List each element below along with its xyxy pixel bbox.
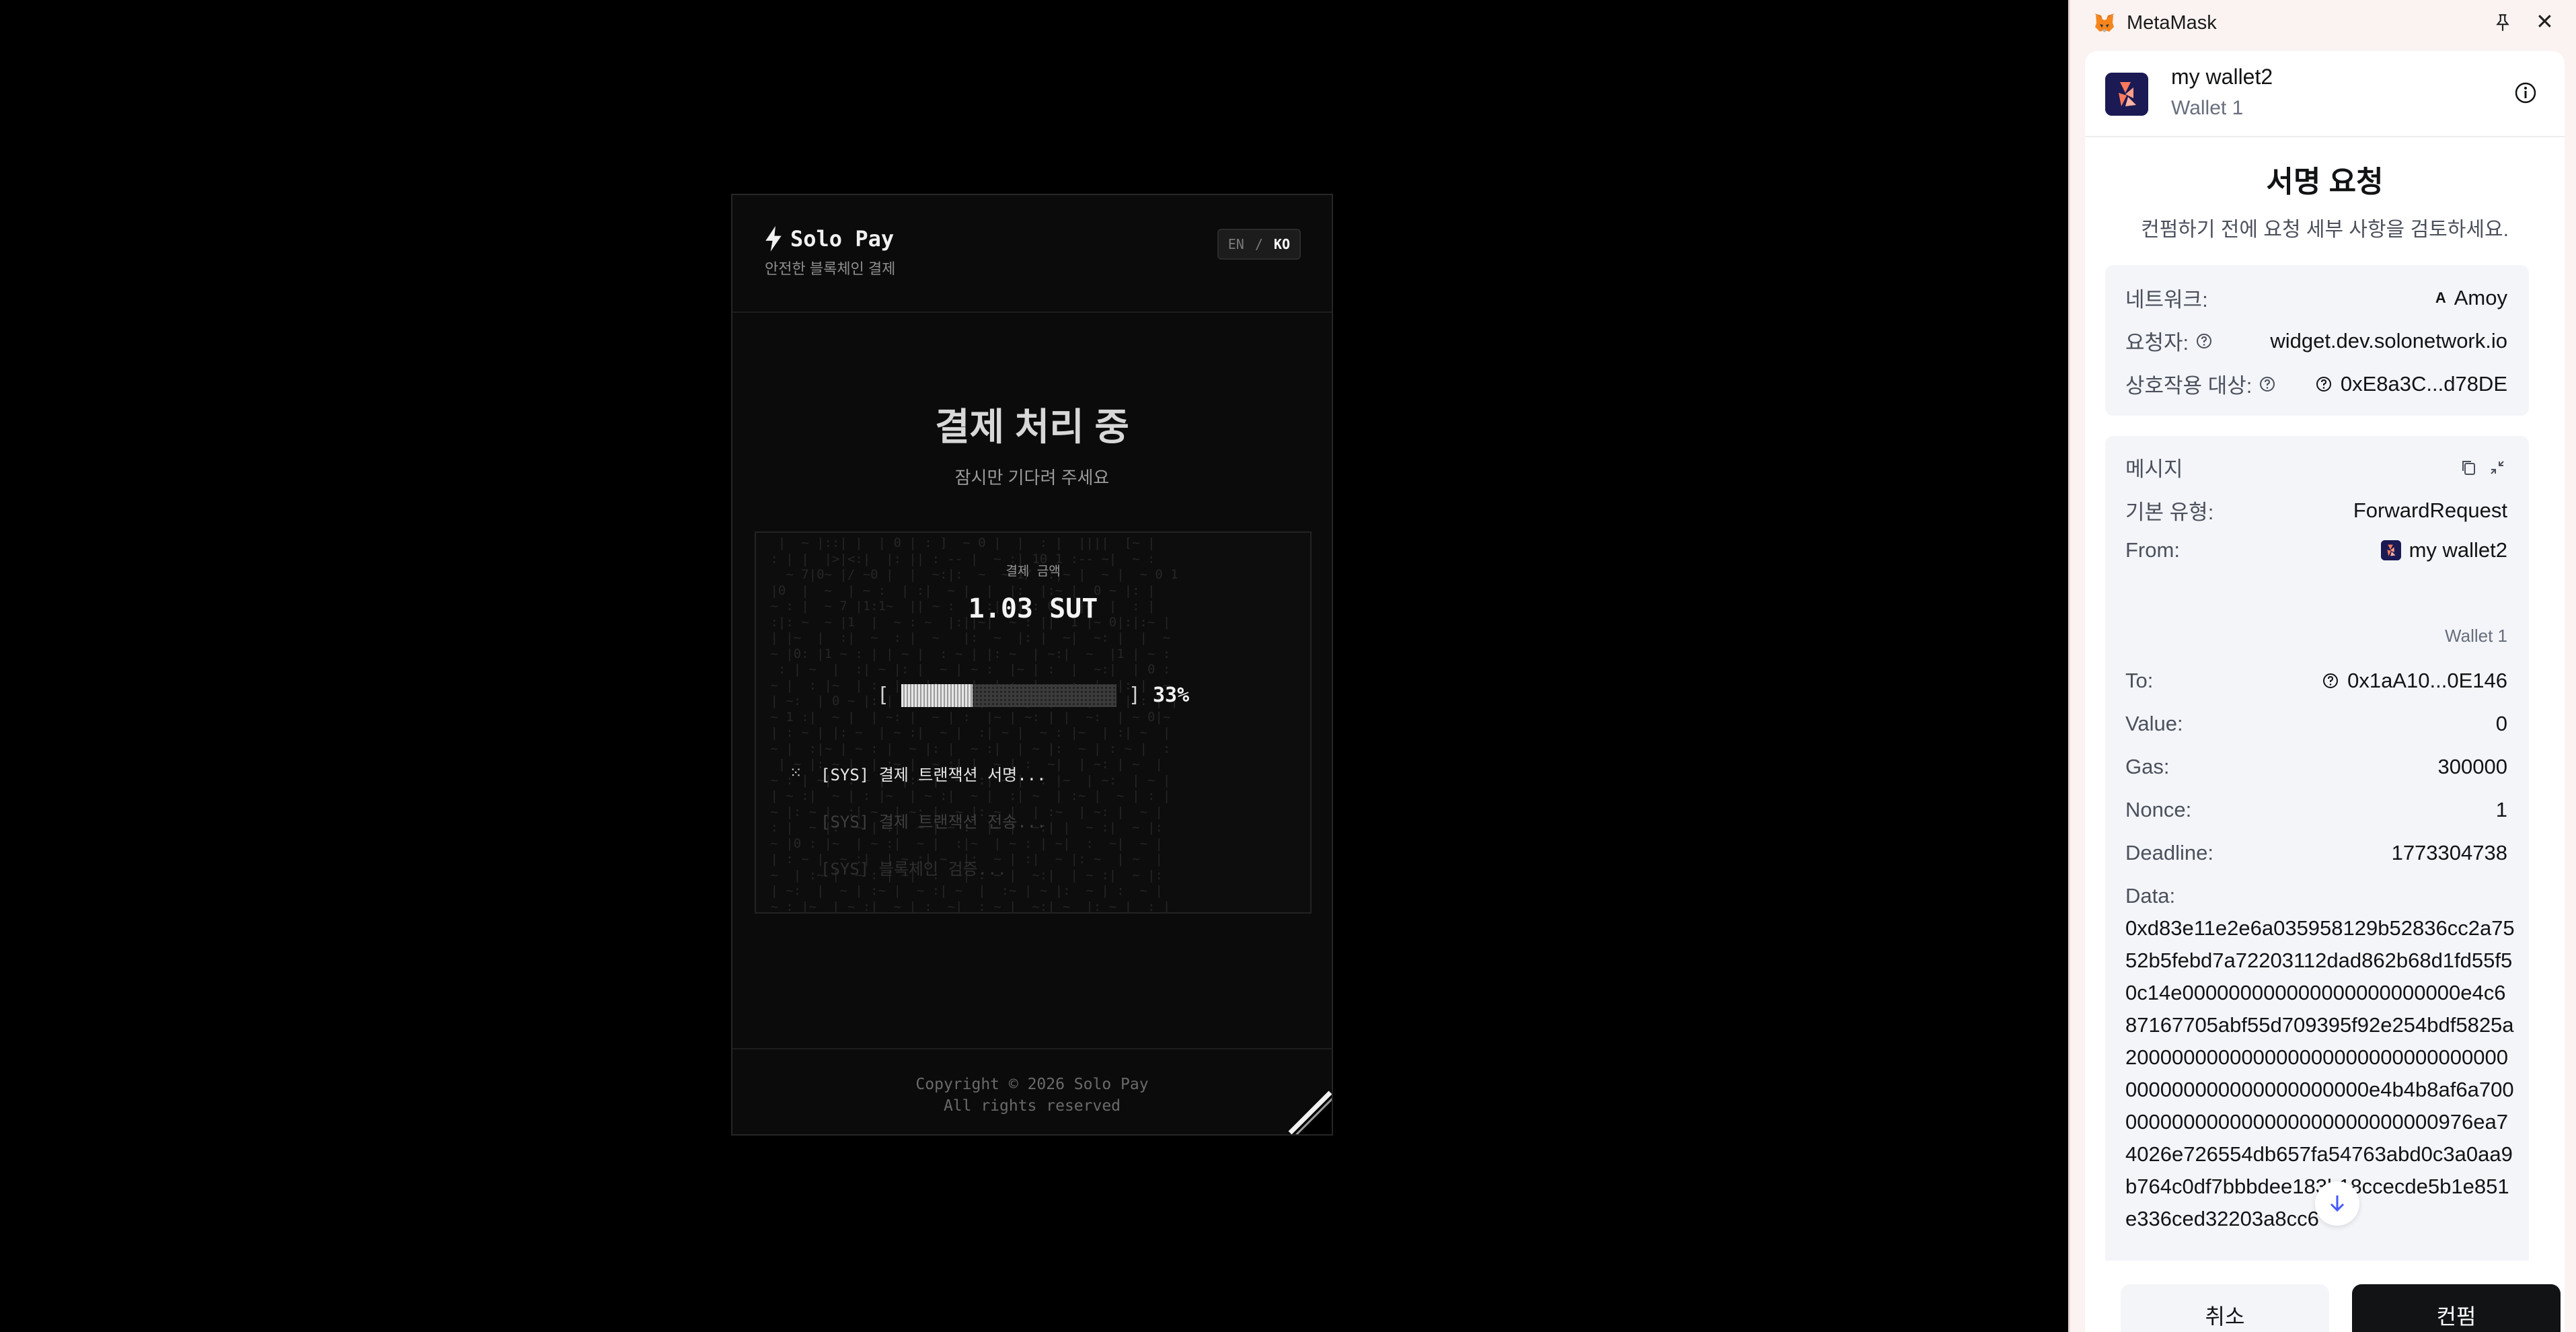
close-icon[interactable]: ✕ [2536, 11, 2554, 32]
requester-label: 요청자: [2125, 331, 2189, 355]
rights-text: All rights reserved [943, 1097, 1121, 1115]
copyright-text: Copyright © 2026 Solo Pay [915, 1076, 1149, 1093]
nonce-label: Nonce: [2125, 798, 2192, 821]
requester-value: widget.dev.solonetwork.io [2270, 328, 2507, 353]
nonce-value: 1 [2495, 798, 2507, 821]
progress-bracket-close: ] [1128, 683, 1141, 707]
log-text: [SYS] 결제 트랜잭션 전송... [821, 813, 1047, 831]
question-icon[interactable] [2195, 332, 2213, 350]
app-name: MetaMask [2127, 12, 2217, 34]
from-label: From: [2125, 538, 2180, 562]
page-curl-corner [1287, 1090, 1332, 1134]
account-wallet: Wallet 1 [2171, 97, 2244, 119]
lang-separator: / [1254, 236, 1263, 252]
primary-type-value: ForwardRequest [2353, 498, 2507, 522]
network-row: 네트워크: A Amoy [2125, 283, 2507, 313]
from-avatar [2380, 540, 2401, 560]
account-header: my wallet2 Wallet 1 [2085, 51, 2565, 137]
value-label: Value: [2125, 712, 2183, 735]
log-text: [SYS] 블록체인 검증... [821, 860, 1007, 879]
payment-amount: 1.03 SUT [968, 593, 1098, 624]
requester-row: 요청자: widget.dev.solonetwork.io [2125, 326, 2507, 356]
progress-fill [901, 683, 973, 707]
language-toggle[interactable]: EN / KO [1217, 229, 1301, 260]
progress-indicator: [ ] 33% [756, 683, 1310, 707]
log-text: [SYS] 결제 트랜잭션 서명... [821, 766, 1047, 784]
value-value: 0 [2495, 712, 2507, 735]
log-line: ⁙ [SYS] 결제 트랜잭션 서명... [790, 762, 1047, 785]
terminal-panel: | ~ |::| | | 0 | : ] ~ 0 | | : | |||| [~… [755, 531, 1312, 914]
data-row: Data: [2125, 884, 2507, 908]
lang-en[interactable]: EN [1228, 236, 1244, 252]
cancel-button[interactable]: 취소 [2121, 1284, 2329, 1332]
spinner-icon: ⁙ [790, 765, 802, 782]
signature-title: 서명 요청 [2266, 165, 2384, 198]
primary-type-row: 기본 유형: ForwardRequest [2125, 495, 2507, 525]
brand-name: Solo Pay [790, 226, 895, 252]
gas-value: 300000 [2437, 755, 2507, 778]
metamask-fox-icon [2094, 13, 2115, 32]
payment-widget: Solo Pay 안전한 블록체인 결제 EN / KO 결제 처리 중 잠시만… [731, 194, 1333, 1136]
interact-label: 상호작용 대상: [2125, 374, 2252, 398]
log-line: [SYS] 결제 트랜잭션 전송... [790, 809, 1047, 832]
confirm-button[interactable]: 컨펌 [2352, 1284, 2561, 1332]
progress-percent: 33% [1152, 683, 1190, 707]
pin-icon[interactable] [2494, 13, 2511, 32]
metamask-panel: MetaMask ✕ my wallet2 Wallet 1 서명 요청 컨펌하… [2068, 0, 2576, 1332]
log-line: [SYS] 블록체인 검증... [790, 856, 1007, 879]
address-question-icon [2323, 673, 2339, 688]
deadline-label: Deadline: [2125, 841, 2213, 864]
widget-header: Solo Pay 안전한 블록체인 결제 EN / KO [732, 195, 1332, 313]
interact-address[interactable]: 0xE8a3C...d78DE [2341, 372, 2507, 396]
lang-ko[interactable]: KO [1274, 236, 1290, 252]
scroll-down-button[interactable] [2315, 1181, 2359, 1226]
gas-label: Gas: [2125, 755, 2170, 778]
brand: Solo Pay [763, 226, 894, 252]
to-address[interactable]: 0x1aA10...0E146 [2347, 669, 2507, 693]
action-footer: 취소 컨펌 [2085, 1261, 2565, 1332]
signature-request-card: my wallet2 Wallet 1 서명 요청 컨펌하기 전에 요청 세부 … [2085, 51, 2565, 1332]
info-icon[interactable] [2513, 81, 2538, 105]
to-row: To: 0x1aA10...0E146 [2125, 669, 2507, 693]
network-badge-icon: A [2435, 289, 2446, 306]
collapse-icon[interactable] [2487, 457, 2507, 478]
network-label: 네트워크: [2125, 288, 2208, 311]
network-value: Amoy [2454, 285, 2507, 309]
signature-subtitle: 컨펌하기 전에 요청 세부 사항을 검토하세요. [2141, 219, 2509, 241]
message-box: 메시지 기본 유형: ForwardRequest From: my walle… [2105, 436, 2529, 1332]
from-wallet: Wallet 1 [2445, 626, 2507, 646]
amount-label: 결제 금액 [1006, 564, 1061, 579]
account-avatar-icon [2105, 73, 2148, 116]
brand-tagline: 안전한 블록체인 결제 [765, 260, 896, 277]
deadline-value: 1773304738 [2391, 841, 2507, 864]
contract-question-icon [2316, 376, 2331, 392]
question-icon[interactable] [2259, 375, 2276, 393]
message-label: 메시지 [2125, 457, 2183, 481]
primary-type-label: 기본 유형: [2125, 501, 2214, 524]
request-details-box: 네트워크: A Amoy 요청자: widget.dev.solonetwork… [2105, 265, 2529, 416]
nonce-row: Nonce: 1 [2125, 798, 2507, 822]
widget-footer: Copyright © 2026 Solo Pay All rights res… [732, 1048, 1332, 1134]
progress-bar [901, 683, 1116, 707]
value-row: Value: 0 [2125, 712, 2507, 736]
copy-icon[interactable] [2459, 457, 2479, 478]
deadline-row: Deadline: 1773304738 [2125, 841, 2507, 865]
interact-row: 상호작용 대상: 0xE8a3C...d78DE [2125, 369, 2507, 399]
data-value: 0xd83e11e2e6a035958129b52836cc2a7552b5fe… [2125, 916, 2515, 1230]
message-header-row: 메시지 [2125, 452, 2507, 482]
gas-row: Gas: 300000 [2125, 755, 2507, 779]
processing-title: 결제 처리 중 [935, 406, 1129, 448]
from-value: my wallet2 [2409, 538, 2507, 562]
account-name: my wallet2 [2171, 65, 2273, 89]
arrow-down-icon [2330, 1195, 2345, 1212]
data-label: Data: [2125, 884, 2176, 908]
account-avatar [2105, 73, 2148, 116]
lightning-icon [765, 226, 782, 252]
processing-subtitle: 잠시만 기다려 주세요 [954, 468, 1110, 488]
from-row: From: my wallet2 [2125, 538, 2507, 562]
progress-bracket-open: [ [876, 683, 889, 707]
to-label: To: [2125, 669, 2154, 692]
